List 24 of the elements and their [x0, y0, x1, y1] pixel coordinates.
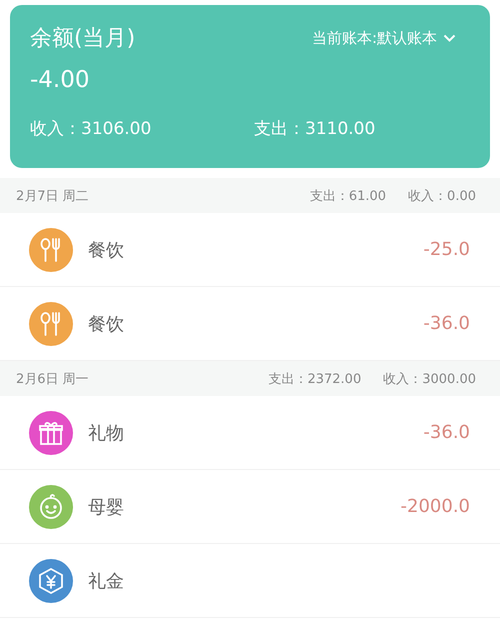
day-income: 收入：3000.00 — [383, 370, 476, 388]
category-label: 餐饮 — [88, 238, 124, 262]
transaction-row[interactable]: 礼物 -36.0 — [0, 396, 500, 470]
day-date: 2月7日 周二 — [16, 188, 89, 204]
day-date: 2月6日 周一 — [16, 370, 89, 388]
day-income: 收入：0.00 — [408, 188, 476, 204]
category-label: 礼金 — [88, 570, 124, 592]
expense-total: 支出：3110.00 — [254, 118, 376, 140]
category-label: 母婴 — [88, 496, 124, 518]
category-label: 礼物 — [88, 422, 124, 444]
day-expense: 支出：2372.00 — [268, 370, 362, 388]
transaction-row[interactable]: 母婴 -2000.0 — [0, 470, 500, 544]
card-title: 余额(当月) — [30, 25, 136, 53]
transaction-amount: -36.0 — [423, 313, 470, 334]
transaction-amount: -36.0 — [423, 422, 470, 443]
day-expense: 支出：61.00 — [310, 188, 386, 204]
income-total: 收入：3106.00 — [30, 118, 152, 140]
transaction-amount: -2000.0 — [400, 496, 470, 517]
transaction-row[interactable]: 餐饮 -25.0 — [0, 213, 500, 287]
transaction-row[interactable]: 礼金 — [0, 544, 500, 618]
transaction-amount: -25.0 — [423, 239, 470, 260]
chevron-down-icon — [443, 34, 456, 42]
category-label: 餐饮 — [88, 312, 124, 336]
balance-amount: -4.00 — [30, 67, 91, 93]
